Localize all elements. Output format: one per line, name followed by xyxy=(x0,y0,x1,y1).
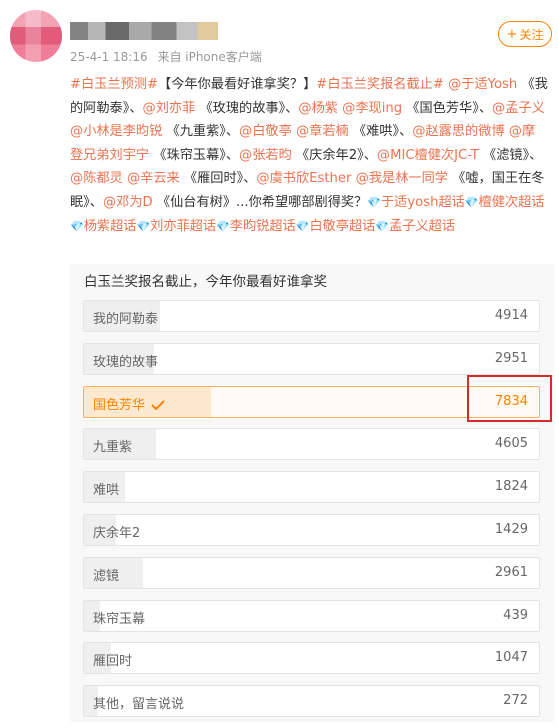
mention-link[interactable]: @陈都灵 xyxy=(70,171,123,186)
mention-link[interactable]: @刘亦菲 xyxy=(143,101,196,116)
mention-link[interactable]: 孟子义超话 xyxy=(389,219,455,234)
poll-option[interactable]: 其他，留言说说 272 xyxy=(83,685,540,718)
poll-option-count: 4914 xyxy=(494,308,528,323)
content-text: 《仙台有树》...你希望哪部剧得奖？ xyxy=(152,194,368,210)
poll-option-label: 九重紫 xyxy=(93,436,132,455)
poll-option-text: 难哄 xyxy=(93,483,120,499)
poll-option[interactable]: 雁回时 1047 xyxy=(83,642,540,675)
poll-card: 白玉兰奖报名截止，今年你最看好谁拿奖 我的阿勒泰 4914 玫瑰的故事 2951 国色芳… xyxy=(70,264,554,722)
poll-option-count: 4605 xyxy=(494,436,528,452)
mention-link[interactable]: @于适Yosh xyxy=(448,77,517,92)
mention-link[interactable]: @赵露思的微博 xyxy=(412,124,504,139)
poll-option[interactable]: 我的阿勒泰 4914 xyxy=(83,300,540,332)
content-text: 《玫瑰的故事》、 xyxy=(195,100,299,116)
poll-option-count: 2951 xyxy=(494,350,528,366)
avatar[interactable] xyxy=(10,10,62,62)
poll-title: 白玉兰奖报名截止，今年你最看好谁拿奖 xyxy=(84,274,327,290)
poll-option-label: 难哄 xyxy=(93,479,119,498)
mention-link[interactable]: 刘亦菲超话 xyxy=(150,219,216,234)
super-topic-icon: 💎 xyxy=(375,219,390,233)
poll-option-label: 玫瑰的故事 xyxy=(93,351,158,370)
poll-option[interactable]: 滤镜 2961 xyxy=(83,556,540,589)
content-text: 《国色芳华》、 xyxy=(402,100,493,116)
poll-option-label: 珠帘玉幕 xyxy=(93,608,145,627)
follow-button[interactable]: + 关注 xyxy=(498,21,552,47)
super-topic-icon: 💎 xyxy=(367,195,381,209)
mention-link[interactable]: @白敬亭 xyxy=(239,124,292,139)
content-text: 《雁回时》、 xyxy=(179,171,257,187)
post-meta: 25-4-1 18:16 来自 iPhone客户端 xyxy=(70,48,268,65)
super-topic-icon: 💎 xyxy=(70,219,84,233)
poll-option[interactable]: 玫瑰的故事 2951 xyxy=(83,342,540,375)
username-blurred[interactable] xyxy=(70,22,218,40)
mention-link[interactable]: @章若楠 xyxy=(296,124,349,139)
poll-option-text: 其他，留言说说 xyxy=(93,697,185,713)
mention-link[interactable]: @我是林一同学 xyxy=(356,171,448,186)
follow-label: 关注 xyxy=(519,27,544,42)
poll-option-label: 我的阿勒泰 xyxy=(93,308,158,327)
super-topic-icon: 💎 xyxy=(295,219,310,233)
poll-option[interactable]: 珠帘玉幕 439 xyxy=(83,599,540,632)
post-date: 25-4-1 18:16 xyxy=(70,50,148,64)
poll-option-text: 玫瑰的故事 xyxy=(93,354,159,370)
poll-option-label: 滤镜 xyxy=(93,565,119,584)
poll-option-text: 珠帘玉幕 xyxy=(93,611,146,627)
mention-link[interactable]: @李现ing xyxy=(342,101,402,116)
poll-option-text: 雁回时 xyxy=(93,654,133,670)
content-text: 《庆余年2》、 xyxy=(291,147,377,163)
poll-option-text: 滤镜 xyxy=(93,568,120,584)
plus-icon: + xyxy=(506,26,518,42)
mention-link[interactable]: 白敬亭超话 xyxy=(309,219,375,234)
poll-options: 我的阿勒泰 4914 玫瑰的故事 2951 国色芳华 7834 九重紫 4605 难哄 1824 庆… xyxy=(83,300,540,728)
content-text: 《滤镜》、 xyxy=(478,147,543,163)
poll-option-label: 国色芳华 xyxy=(93,394,165,413)
mention-link[interactable]: @虞书欣Esther xyxy=(256,171,351,186)
poll-option-text: 庆余年2 xyxy=(93,525,141,541)
poll-option[interactable]: 难哄 1824 xyxy=(83,471,540,504)
post-content: #白玉兰预测#【今年你最看好谁拿奖？】#白玉兰奖报名截止# @于适Yosh 《我… xyxy=(70,73,548,238)
poll-option-label: 其他，留言说说 xyxy=(93,693,184,712)
mention-link[interactable]: @邓为D xyxy=(103,195,153,210)
poll-option-label: 庆余年2 xyxy=(93,522,140,541)
super-topic-icon: 💎 xyxy=(136,219,151,233)
poll-option[interactable]: 庆余年2 1429 xyxy=(83,513,540,546)
mention-link[interactable]: @辛云来 xyxy=(127,171,180,186)
poll-option-count: 272 xyxy=(503,693,528,709)
mention-link[interactable]: 杨紫超话 xyxy=(84,219,137,234)
mention-link[interactable]: @张若昀 xyxy=(239,148,292,163)
mention-link[interactable]: @孟子义 xyxy=(492,101,545,116)
hashtag-link[interactable]: #白玉兰奖报名截止# xyxy=(316,77,444,92)
content-text: 【今年你最看好谁拿奖？】 xyxy=(158,77,317,92)
poll-option-text: 九重紫 xyxy=(93,440,133,456)
hashtag-link[interactable]: #白玉兰预测# xyxy=(70,77,158,92)
mention-link[interactable]: 檀健次超话 xyxy=(479,195,545,210)
super-topic-icon: 💎 xyxy=(216,219,230,233)
poll-option-label: 雁回时 xyxy=(93,650,132,669)
mention-link[interactable]: @杨紫 xyxy=(298,101,338,116)
content-text: 《珠帘玉幕》、 xyxy=(149,147,240,163)
poll-option-text: 我的阿勒泰 xyxy=(93,312,159,327)
super-topic-icon: 💎 xyxy=(464,195,479,209)
checkmark-icon xyxy=(151,400,165,411)
mention-link[interactable]: @MIC檀健次JC-T xyxy=(377,148,479,163)
post-source: 来自 iPhone客户端 xyxy=(157,50,262,64)
poll-option-count: 2961 xyxy=(494,564,528,580)
content-text: 《九重紫》、 xyxy=(162,124,240,140)
mention-link[interactable]: 李昀锐超话 xyxy=(230,219,296,234)
poll-option[interactable]: 九重紫 4605 xyxy=(83,428,540,461)
poll-option-text: 国色芳华 xyxy=(93,397,146,413)
mention-link[interactable]: @小林是李昀锐 xyxy=(70,124,162,139)
poll-option-count: 1429 xyxy=(494,521,528,537)
post-header: 25-4-1 18:16 来自 iPhone客户端 + 关注 xyxy=(0,0,559,70)
mention-link[interactable]: 于适yosh超话 xyxy=(381,195,465,210)
poll-option-count: 439 xyxy=(503,607,528,623)
highlight-box xyxy=(467,375,552,422)
poll-option-count: 1047 xyxy=(494,650,528,666)
poll-option-count: 1824 xyxy=(494,479,528,495)
content-text: 《难哄》、 xyxy=(348,124,413,140)
